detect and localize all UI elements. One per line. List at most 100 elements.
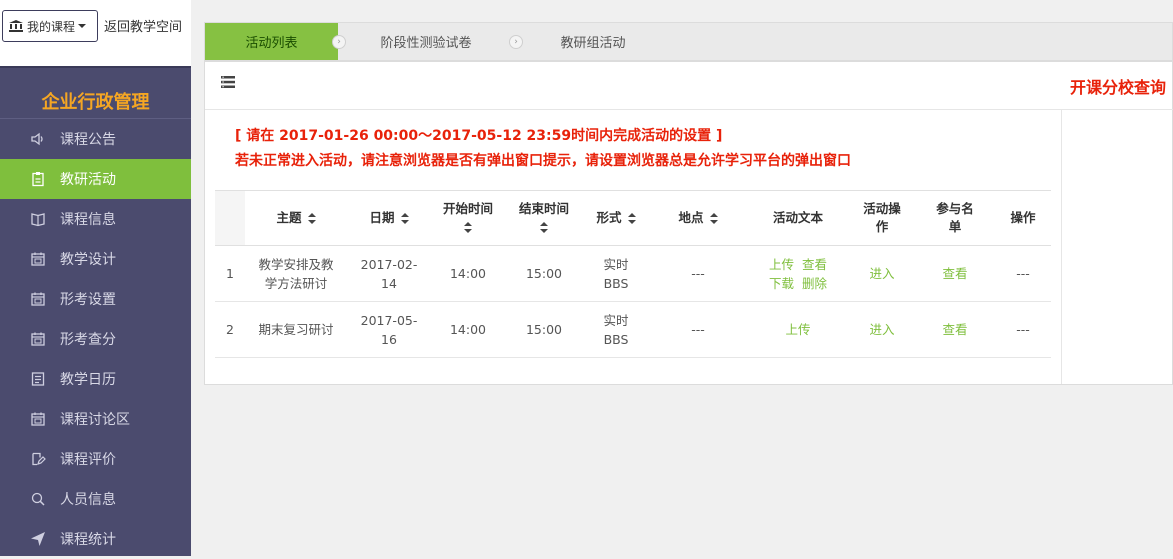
calendar-icon bbox=[30, 331, 46, 347]
chevron-down-icon bbox=[78, 24, 87, 28]
date-text: 2017-05- bbox=[360, 312, 418, 328]
header-label: 操作 bbox=[1010, 210, 1036, 225]
header-date[interactable]: 日期 bbox=[347, 190, 431, 246]
topic-text: 学方法研讨 bbox=[264, 275, 328, 291]
list-doc-icon bbox=[30, 371, 46, 387]
sort-icon[interactable] bbox=[400, 213, 409, 224]
header-activity-op: 活动操作 bbox=[849, 190, 915, 246]
sidebar-item-research-activities[interactable]: 教研活动 bbox=[0, 159, 191, 199]
sidebar-item-assessment-scores[interactable]: 形考查分 bbox=[0, 319, 191, 359]
tab-activity-list[interactable]: 活动列表 bbox=[205, 23, 338, 60]
activity-table: 主题 日期 开始时间 结束时间 形式 地点 活动文本 活动操作 参与名单 操作 … bbox=[215, 190, 1051, 358]
sidebar-item-course-info[interactable]: 课程信息 bbox=[0, 199, 191, 239]
header-label: 日期 bbox=[369, 210, 395, 225]
speaker-icon bbox=[30, 131, 46, 147]
clipboard-icon bbox=[30, 171, 46, 187]
row-date: 2017-02- 14 bbox=[347, 245, 431, 302]
sidebar-item-discussion[interactable]: 课程讨论区 bbox=[0, 399, 191, 439]
sidebar-item-label: 课程讨论区 bbox=[60, 412, 130, 428]
table-row: 2 期末复习研讨 2017-05- 16 14:00 15:00 实时 BBS --… bbox=[215, 301, 1051, 358]
back-to-space-link[interactable]: 返回教学空间 bbox=[104, 16, 182, 35]
time-window-notice: [ 请在 2017-01-26 00:00～2017-05-12 23:59时间… bbox=[235, 128, 723, 144]
upload-link[interactable]: 上传 bbox=[769, 257, 794, 272]
header-action: 操作 bbox=[995, 190, 1051, 246]
row-doc-actions: 上传 bbox=[747, 301, 849, 358]
header-participants: 参与名单 bbox=[915, 190, 995, 246]
sidebar-item-course-evaluation[interactable]: 课程评价 bbox=[0, 439, 191, 479]
sidebar-item-assessment-settings[interactable]: 形考设置 bbox=[0, 279, 191, 319]
upload-link[interactable]: 上传 bbox=[785, 322, 810, 337]
form-text: 实时 bbox=[603, 256, 629, 272]
chevron-right-icon: › bbox=[509, 35, 523, 49]
row-activity-op: 进入 bbox=[849, 245, 915, 302]
header-topic[interactable]: 主题 bbox=[245, 190, 347, 246]
calendar-icon bbox=[30, 411, 46, 427]
tab-stage-tests[interactable]: 阶段性测验试卷 bbox=[346, 23, 506, 60]
view-participants-link[interactable]: 查看 bbox=[942, 322, 967, 337]
enter-link[interactable]: 进入 bbox=[869, 322, 894, 337]
sidebar-item-label: 课程公告 bbox=[60, 132, 116, 148]
form-text: BBS bbox=[603, 275, 629, 291]
header-doc: 活动文本 bbox=[747, 190, 849, 246]
header-label: 参与名 bbox=[936, 201, 974, 216]
row-activity-op: 进入 bbox=[849, 301, 915, 358]
sidebar-nav: 课程公告 教研活动 课程信息 教学设计 形考设置 形考查分 教学日历 课程讨论区… bbox=[0, 119, 191, 559]
row-index: 2 bbox=[215, 301, 245, 358]
topic-text: 教学安排及教 bbox=[258, 256, 334, 272]
list-toggle-icon[interactable] bbox=[221, 76, 235, 88]
delete-link[interactable]: 删除 bbox=[802, 276, 827, 291]
sidebar-item-announcements[interactable]: 课程公告 bbox=[0, 119, 191, 159]
sidebar-item-label: 课程统计 bbox=[60, 532, 116, 548]
header-form[interactable]: 形式 bbox=[583, 190, 649, 246]
divider bbox=[1061, 110, 1062, 384]
sidebar-item-people[interactable]: 人员信息 bbox=[0, 479, 191, 519]
row-place: --- bbox=[649, 301, 747, 358]
sort-icon[interactable] bbox=[307, 213, 316, 224]
sidebar: 我的课程 返回教学空间 企业行政管理 课程公告 教研活动 课程信息 教学设计 形… bbox=[0, 0, 191, 556]
row-topic: 教学安排及教 学方法研讨 bbox=[245, 245, 347, 302]
sidebar-item-label: 课程评价 bbox=[60, 452, 116, 468]
sort-icon[interactable] bbox=[540, 222, 548, 233]
branch-query-link[interactable]: 开课分校查询 bbox=[1070, 74, 1166, 98]
row-action: --- bbox=[995, 301, 1051, 358]
search-icon bbox=[30, 491, 46, 507]
row-place: --- bbox=[649, 245, 747, 302]
sort-icon[interactable] bbox=[627, 213, 636, 224]
sidebar-item-label: 形考查分 bbox=[60, 332, 116, 348]
header-place[interactable]: 地点 bbox=[649, 190, 747, 246]
header-end-time[interactable]: 结束时间 bbox=[505, 190, 583, 246]
sidebar-item-statistics[interactable]: 课程统计 bbox=[0, 519, 191, 559]
header-label: 地点 bbox=[678, 210, 704, 225]
header-label: 开始时间 bbox=[442, 201, 493, 216]
sidebar-item-label: 教学设计 bbox=[60, 252, 116, 268]
sidebar-item-label: 课程信息 bbox=[60, 212, 116, 228]
row-end-time: 15:00 bbox=[505, 245, 583, 302]
date-text: 14 bbox=[381, 275, 397, 291]
panel-toolbar: 开课分校查询 bbox=[205, 62, 1173, 110]
form-text: BBS bbox=[603, 331, 629, 347]
row-topic: 期末复习研讨 bbox=[245, 301, 347, 358]
tab-group-activities[interactable]: 教研组活动 bbox=[523, 23, 663, 60]
edit-icon bbox=[30, 451, 46, 467]
view-doc-link[interactable]: 查看 bbox=[802, 257, 827, 272]
bank-icon bbox=[9, 20, 23, 32]
row-action: --- bbox=[995, 245, 1051, 302]
sidebar-item-label: 人员信息 bbox=[60, 492, 116, 508]
view-participants-link[interactable]: 查看 bbox=[942, 266, 967, 281]
header-label: 形式 bbox=[596, 210, 622, 225]
header-start-time[interactable]: 开始时间 bbox=[431, 190, 505, 246]
calendar-icon bbox=[30, 291, 46, 307]
enter-link[interactable]: 进入 bbox=[869, 266, 894, 281]
chevron-right-icon: › bbox=[332, 35, 346, 49]
my-courses-dropdown[interactable]: 我的课程 bbox=[2, 10, 98, 42]
download-link[interactable]: 下载 bbox=[769, 276, 794, 291]
sort-icon[interactable] bbox=[709, 213, 718, 224]
sort-icon[interactable] bbox=[464, 222, 472, 233]
table-row: 1 教学安排及教 学方法研讨 2017-02- 14 14:00 15:00 实时 B… bbox=[215, 245, 1051, 302]
header-label: 单 bbox=[948, 219, 962, 234]
sidebar-item-teaching-calendar[interactable]: 教学日历 bbox=[0, 359, 191, 399]
sidebar-item-teaching-design[interactable]: 教学设计 bbox=[0, 239, 191, 279]
calendar-icon bbox=[30, 251, 46, 267]
header-label: 结束时间 bbox=[518, 201, 569, 216]
row-index: 1 bbox=[215, 245, 245, 302]
